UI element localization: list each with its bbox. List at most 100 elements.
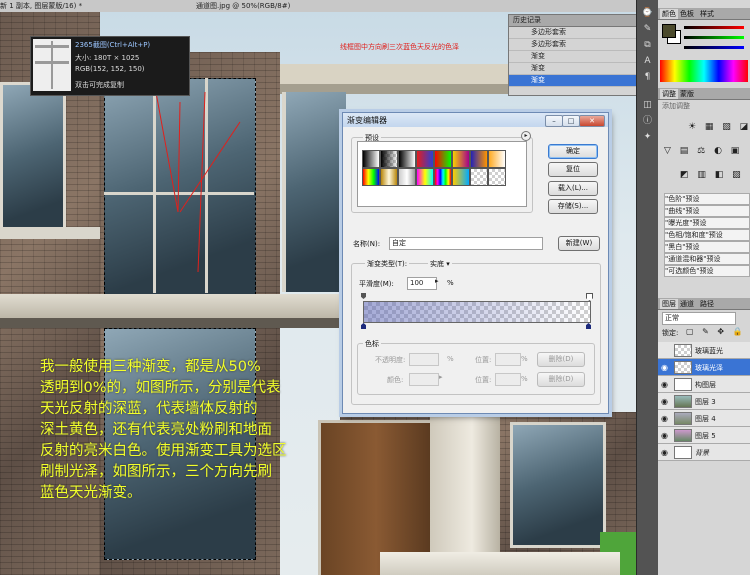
window-right-upper [282,92,346,292]
info-icon[interactable]: ⓘ [641,116,654,127]
delete-opacity-stop-button[interactable]: 删除(D) [537,352,585,367]
minimize-icon[interactable]: – [545,115,563,127]
history-item-selected[interactable]: 渐变 [509,75,637,87]
tab-styles[interactable]: 样式 [700,9,714,19]
clone-icon[interactable]: ⧉ [641,40,654,51]
color-spectrum-ramp[interactable] [660,60,748,82]
adjust-preset-levels[interactable]: "色阶"预设 [664,193,750,205]
history-item[interactable]: 多边形套索 [509,39,637,51]
document-tab-2[interactable]: 通道图.jpg @ 50%(RGB/8#) [196,1,290,11]
adjust-preset-hue-saturation[interactable]: "色相/饱和度"预设 [664,229,750,241]
close-icon[interactable]: ✕ [579,115,605,127]
layer-thumbnail [674,344,692,357]
gradient-preview-bar[interactable] [363,301,591,323]
adjustment-icons-row-2[interactable]: ▽ ▤ ⚖ ◐ ▣ [664,146,748,156]
presets-menu-icon[interactable]: ▸ [521,131,531,141]
stop-location-input-2[interactable] [495,373,521,386]
lock-icons[interactable]: ▢ ✎ ✥ 🔒 [686,327,746,336]
tab-color[interactable]: 颜色 [660,9,678,19]
layer-row-selected[interactable]: ◉ 玻璃光泽 [658,359,750,376]
history-item[interactable]: 多边形套索 [509,27,637,39]
smoothness-input[interactable]: 100 [407,277,437,290]
preset-swatch[interactable] [416,168,434,186]
adjust-preset-channel-mixer[interactable]: "通道混和器"预设 [664,253,750,265]
preset-swatch[interactable] [488,168,506,186]
preset-swatch[interactable] [416,150,434,168]
layer-thumbnail [674,412,692,425]
color-slider-r[interactable] [684,26,744,29]
character-icon[interactable]: A [641,56,654,67]
adjustment-icons-row-1[interactable]: ☀ ▦ ▧ ◪ [688,122,748,132]
delete-color-stop-button[interactable]: 删除(D) [537,372,585,387]
save-gradient-button[interactable]: 存储(S)... [548,199,598,214]
tab-layers[interactable]: 图层 [660,299,678,309]
preset-swatch[interactable] [470,168,488,186]
adjust-preset-curves[interactable]: "曲线"预设 [664,205,750,217]
history-panel-icon[interactable]: ⌚ [641,8,654,19]
layer-row[interactable]: ◉ 构图层 [658,376,750,393]
navigator-icon[interactable]: ◫ [641,100,654,111]
tab-masks[interactable]: 蒙版 [680,89,694,99]
preset-swatch[interactable] [380,150,398,168]
reset-button[interactable]: 复位 [548,162,598,177]
gradient-type-select[interactable]: 实底 ▾ [428,259,452,269]
tab-paths[interactable]: 路径 [700,299,714,309]
layer-row[interactable]: 玻璃蓝光 [658,342,750,359]
adjustment-icons-row-3[interactable]: ◩ ▥ ◧ ▨ [680,170,748,180]
eye-icon[interactable]: ◉ [661,363,668,372]
adjust-preset-selective-color[interactable]: "可选颜色"预设 [664,265,750,277]
preset-swatch[interactable] [488,150,506,168]
color-slider-g[interactable] [684,36,744,39]
tool-preset-icon[interactable]: ✦ [641,132,654,143]
tab-adjustments[interactable]: 调整 [660,89,678,99]
eye-icon[interactable]: ◉ [661,414,668,423]
color-slider-b[interactable] [684,46,744,49]
preset-swatch[interactable] [470,150,488,168]
preset-swatch[interactable] [362,150,380,168]
stop-location-percent: % [521,355,528,363]
stop-color-menu-icon[interactable]: ▸ [439,373,443,381]
tooltip-thumbnail [33,39,71,91]
layer-name: 玻璃光泽 [695,364,723,372]
foreground-color-swatch[interactable] [662,24,676,38]
dialog-titlebar[interactable]: 渐变编辑器 – □ ✕ [343,113,608,127]
eye-icon[interactable]: ◉ [661,431,668,440]
stop-color-swatch[interactable] [409,373,439,386]
preset-swatch[interactable] [434,168,452,186]
preset-swatch[interactable] [452,150,470,168]
eye-icon[interactable]: ◉ [661,397,668,406]
tab-channels[interactable]: 通道 [680,299,694,309]
smoothness-label: 平滑度(M): [359,280,394,288]
tab-swatches[interactable]: 色板 [680,9,694,19]
smoothness-stepper-icon[interactable]: ▸ [435,277,439,285]
ok-button[interactable]: 确定 [548,144,598,159]
adjust-preset-black-white[interactable]: "黑白"预设 [664,241,750,253]
document-tab-1[interactable]: 新 1 副本, 图层蒙版/16) * [0,1,82,11]
preset-swatch[interactable] [452,168,470,186]
preset-swatch[interactable] [362,168,380,186]
new-gradient-button[interactable]: 新建(W) [558,236,600,251]
right-panels: 颜色 色板 样式 调整 蒙版 添加调整 ☀ ▦ ▧ ◪ ▽ ▤ ⚖ ◐ ▣ ◩ … [658,0,750,575]
history-item[interactable]: 渐变 [509,51,637,63]
layer-row[interactable]: ◉ 图层 4 [658,410,750,427]
stop-opacity-input[interactable] [409,353,439,366]
preset-swatch[interactable] [398,150,416,168]
blend-mode-select[interactable]: 正常 [662,312,736,325]
layer-row[interactable]: ◉ 图层 5 [658,427,750,444]
eye-icon[interactable]: ◉ [661,448,668,457]
preset-swatch[interactable] [380,168,398,186]
load-button[interactable]: 载入(L)... [548,181,598,196]
brush-icon[interactable]: ✎ [641,24,654,35]
adjust-preset-exposure[interactable]: "曝光度"预设 [664,217,750,229]
paragraph-icon[interactable]: ¶ [641,72,654,83]
layer-row-background[interactable]: ◉ 背景 [658,444,750,461]
gradient-name-input[interactable]: 自定 [389,237,543,250]
history-item[interactable]: 渐变 [509,63,637,75]
maximize-icon[interactable]: □ [562,115,580,127]
preset-swatch[interactable] [398,168,416,186]
eye-icon[interactable]: ◉ [661,380,668,389]
layer-row[interactable]: ◉ 图层 3 [658,393,750,410]
panel-icon-strip: ⌚ ✎ ⧉ A ¶ ◫ ⓘ ✦ [636,0,659,575]
stop-location-input[interactable] [495,353,521,366]
preset-swatch[interactable] [434,150,452,168]
